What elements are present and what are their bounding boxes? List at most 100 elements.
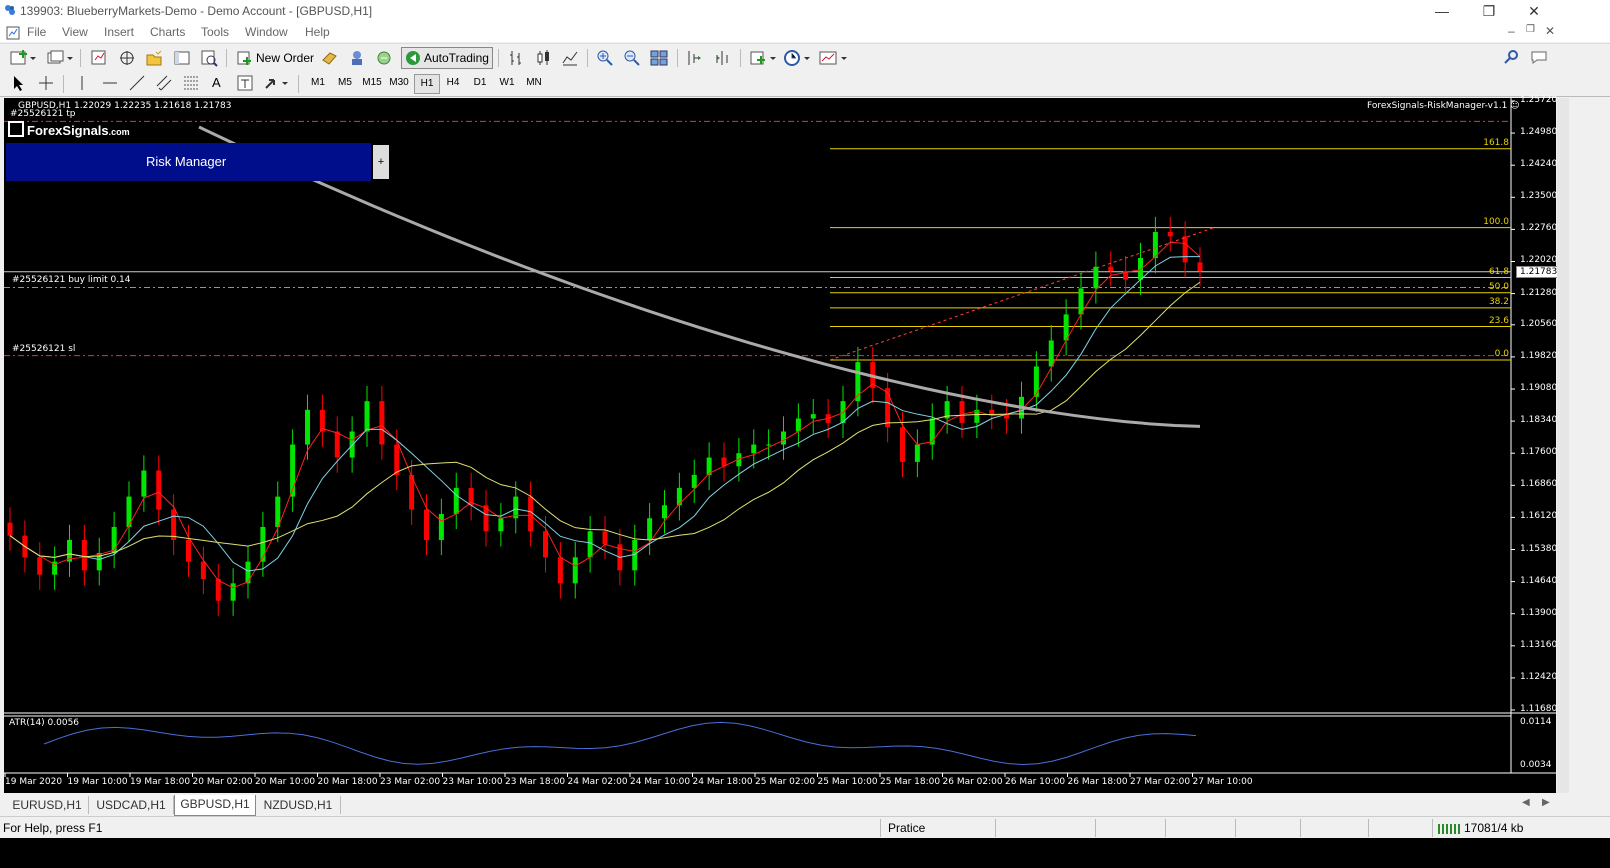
strategy-tester-icon[interactable] — [200, 49, 218, 67]
tab-scroll-left-icon[interactable]: ◀ — [1522, 797, 1530, 808]
candle-body — [543, 531, 548, 558]
candle-body — [364, 401, 370, 432]
tab-eurusd[interactable]: EURUSD,H1 — [6, 796, 89, 814]
timeframe-m5[interactable]: M5 — [333, 74, 357, 92]
bar-chart-icon[interactable] — [508, 49, 524, 67]
profiles-icon[interactable] — [47, 49, 73, 67]
price-tick: 1.18340 — [1520, 415, 1558, 426]
order-tp-label: #25526121 tp — [10, 109, 76, 119]
price-tick: 1.20560 — [1520, 318, 1558, 329]
child-minimize-icon[interactable]: – — [1508, 24, 1515, 38]
horizontal-line-icon[interactable] — [101, 74, 119, 92]
market-watch-icon[interactable] — [90, 49, 108, 67]
chart-scroll-area — [1557, 98, 1610, 793]
navigator-icon[interactable] — [145, 49, 163, 67]
zoom-in-icon[interactable] — [596, 49, 614, 67]
candle-body — [200, 561, 206, 580]
candle-body — [929, 418, 935, 445]
help-text: For Help, press F1 — [3, 821, 103, 835]
channel-icon[interactable] — [155, 74, 173, 92]
tab-gbpusd[interactable]: GBPUSD,H1 — [174, 795, 256, 816]
price-tick: 1.17600 — [1520, 447, 1558, 458]
menu-charts[interactable]: Charts — [150, 25, 185, 39]
text-label-icon[interactable] — [236, 74, 254, 92]
line-chart-icon[interactable] — [562, 49, 578, 67]
price-tick: 1.23500 — [1520, 191, 1558, 202]
chat-icon[interactable] — [1530, 49, 1548, 65]
chart-shift-icon[interactable] — [686, 49, 704, 67]
trendline-icon[interactable] — [128, 74, 146, 92]
search-icon[interactable] — [1504, 49, 1520, 65]
risk-manager-panel[interactable]: Risk Manager + — [6, 143, 389, 181]
timeframe-d1[interactable]: D1 — [468, 74, 492, 92]
signals-icon[interactable] — [348, 49, 366, 67]
restore-button[interactable]: ❐ — [1477, 1, 1501, 21]
price-chart[interactable] — [4, 98, 1556, 793]
tab-scroll-right-icon[interactable]: ▶ — [1542, 797, 1550, 808]
candle-body — [156, 470, 162, 510]
time-tick: 26 Mar 18:00 — [1067, 777, 1128, 787]
candle-body — [662, 505, 667, 519]
menu-insert[interactable]: Insert — [104, 25, 134, 39]
fib-label-61: 61.8 — [1488, 266, 1509, 277]
vertical-scrollbar[interactable] — [1557, 98, 1569, 793]
risk-manager-expand-button[interactable]: + — [373, 145, 389, 179]
timeframe-h4[interactable]: H4 — [441, 74, 465, 92]
autotrading-button[interactable]: AutoTrading — [401, 47, 493, 69]
menu-window[interactable]: Window — [245, 25, 288, 39]
candle-body — [171, 509, 177, 540]
data-window-icon[interactable] — [118, 49, 136, 67]
expert-icon[interactable] — [321, 49, 339, 67]
candlestick-chart-icon[interactable] — [535, 49, 551, 67]
fibonacci-icon[interactable] — [182, 74, 200, 92]
zoom-out-icon[interactable] — [623, 49, 641, 67]
close-button[interactable]: ✕ — [1522, 1, 1546, 21]
tile-windows-icon[interactable] — [650, 49, 668, 67]
chart-window[interactable]: GBPUSD,H1 1.22029 1.22235 1.21618 1.2178… — [4, 95, 1562, 793]
candle-body — [528, 496, 534, 532]
tab-nzdusd[interactable]: NZDUSD,H1 — [256, 796, 341, 814]
candle-body — [305, 409, 310, 445]
time-tick: 19 Mar 10:00 — [67, 777, 128, 787]
terminal-icon[interactable] — [173, 49, 191, 67]
time-tick: 23 Mar 02:00 — [380, 777, 441, 787]
candle-body — [914, 444, 920, 462]
price-tick: 1.22760 — [1520, 223, 1558, 234]
crosshair-icon[interactable] — [37, 74, 55, 92]
child-restore-icon[interactable]: ❐ — [1526, 24, 1535, 35]
vertical-line-icon[interactable] — [74, 74, 90, 92]
periods-icon[interactable] — [784, 49, 812, 67]
chart-window-icon[interactable] — [6, 26, 20, 40]
timeframe-m1[interactable]: M1 — [306, 74, 330, 92]
candle-body — [647, 518, 653, 540]
menu-help[interactable]: Help — [305, 25, 330, 39]
new-chart-icon[interactable] — [10, 49, 36, 67]
timeframe-w1[interactable]: W1 — [495, 74, 519, 92]
brand-name: ForexSignals — [27, 123, 109, 138]
market-icon[interactable] — [375, 49, 393, 67]
connection-status-icon[interactable] — [1438, 822, 1460, 834]
child-close-icon[interactable]: ✕ — [1545, 24, 1555, 38]
menu-view[interactable]: View — [62, 25, 88, 39]
new-order-button[interactable]: New Order — [233, 47, 317, 69]
candle-body — [334, 431, 340, 458]
price-tick: 1.24240 — [1520, 159, 1558, 170]
timeframe-mn[interactable]: MN — [522, 74, 546, 92]
menu-tools[interactable]: Tools — [201, 25, 229, 39]
arrows-icon[interactable] — [263, 74, 291, 92]
auto-scroll-icon[interactable] — [713, 49, 731, 67]
new-order-label: New Order — [256, 51, 315, 65]
timeframe-h1[interactable]: H1 — [414, 74, 440, 94]
indicators-icon[interactable] — [749, 49, 777, 67]
templates-icon[interactable] — [819, 49, 849, 67]
cursor-icon[interactable] — [10, 74, 26, 92]
minimize-button[interactable]: — — [1430, 1, 1454, 21]
text-tool-icon[interactable]: A — [212, 75, 221, 90]
menu-bar: File View Insert Charts Tools Window Hel… — [0, 22, 1610, 42]
menu-file[interactable]: File — [27, 25, 46, 39]
candle-body — [111, 526, 117, 553]
timeframe-m30[interactable]: M30 — [387, 74, 411, 92]
drawing-toolbar: A M1 M5 M15 M30 H1 H4 D1 W1 MN — [0, 70, 1610, 97]
timeframe-m15[interactable]: M15 — [360, 74, 384, 92]
tab-usdcad[interactable]: USDCAD,H1 — [89, 796, 174, 814]
